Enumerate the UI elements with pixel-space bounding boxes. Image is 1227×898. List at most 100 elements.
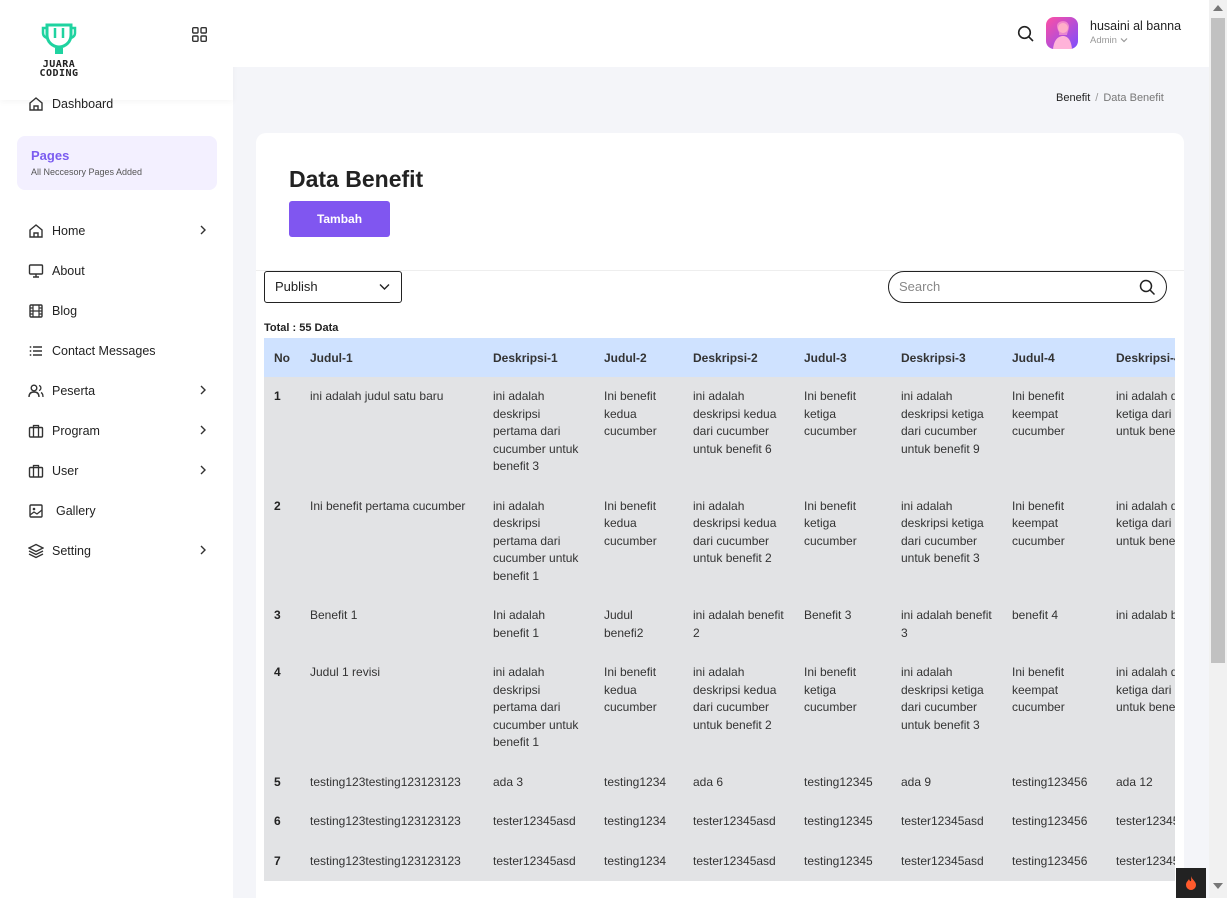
table-cell: ini adalah deskripsi ketiga dari cucumbe… <box>891 653 1002 763</box>
flame-icon <box>1186 876 1196 890</box>
table-cell: testing123testing123123123 <box>300 841 483 881</box>
total-count: Total : 55 Data <box>264 322 339 334</box>
sidebar-item-home[interactable]: Home <box>28 211 208 251</box>
sidebar-item-label: Program <box>52 424 100 438</box>
table-cell: tester12345asd <box>683 841 794 881</box>
table-cell: Ini benefit kedua cucumber <box>594 653 683 763</box>
table-cell: ini adalah deskripsi pertama dari cucumb… <box>483 377 594 487</box>
table-cell: Ini benefit kedua cucumber <box>594 377 683 487</box>
table-cell: testing12345 <box>794 841 891 881</box>
sidebar-item-gallery[interactable]: Gallery <box>28 491 208 531</box>
breadcrumb-parent[interactable]: Benefit <box>1056 92 1090 104</box>
table-row[interactable]: 3 Benefit 1 Ini adalah benefit 1 Judul bene… <box>264 596 1175 653</box>
page-title: Data Benefit <box>289 166 424 192</box>
table-cell: ini adalah benefit 2 <box>683 596 794 653</box>
search-icon[interactable] <box>1017 25 1035 43</box>
table-cell: testing123testing123123123 <box>300 802 483 842</box>
sidebar-item-setting[interactable]: Setting <box>28 531 208 571</box>
table-cell: tester12345asd <box>483 802 594 842</box>
table-cell: Ini benefit keempat cucumber <box>1002 486 1106 596</box>
top-bar: husaini al banna Admin <box>233 0 1209 67</box>
table-row[interactable]: 7 testing123testing123123123 tester12345as… <box>264 841 1175 881</box>
table-cell: tester12345asd <box>891 841 1002 881</box>
user-name[interactable]: husaini al banna <box>1090 19 1181 33</box>
sidebar-item-blog[interactable]: Blog <box>28 291 208 331</box>
column-header: Judul-2 <box>594 338 683 377</box>
table-cell: ini adalah deskripsi kedua dari cucumber… <box>683 377 794 487</box>
search-input[interactable]: Search <box>888 271 1167 303</box>
sidebar-item-user[interactable]: User <box>28 451 208 491</box>
table-cell: tester12345asd <box>1106 841 1175 881</box>
sidebar-item-peserta[interactable]: Peserta <box>28 371 208 411</box>
brand-logo[interactable]: JUARA CODING <box>28 22 90 80</box>
table-cell: ini adalah deskripsi ketiga dari cucumbe… <box>891 486 1002 596</box>
flame-badge[interactable] <box>1176 868 1206 898</box>
pages-subtitle: All Neccesory Pages Added <box>31 167 143 177</box>
table-cell: testing123456 <box>1002 762 1106 802</box>
scroll-down-arrow-icon[interactable] <box>1213 883 1223 889</box>
sidebar-item-dashboard[interactable]: Dashboard <box>28 94 113 114</box>
table-header-row: No Judul-1 Deskripsi-1 Judul-2 Deskripsi… <box>264 338 1175 377</box>
table-cell: ada 3 <box>483 762 594 802</box>
home-icon <box>28 223 44 239</box>
sidebar-item-about[interactable]: About <box>28 251 208 291</box>
column-header: Deskripsi-2 <box>683 338 794 377</box>
search-icon[interactable] <box>1139 279 1156 296</box>
grid-icon[interactable] <box>192 27 207 42</box>
sidebar-item-label: About <box>52 264 85 278</box>
table-row[interactable]: 5 testing123testing123123123 ada 3 testing1… <box>264 762 1175 802</box>
trophy-logo-icon <box>41 23 77 54</box>
home-icon <box>28 96 44 112</box>
table-cell: benefit 4 <box>1002 596 1106 653</box>
sidebar-item-contact-messages[interactable]: Contact Messages <box>28 331 208 371</box>
table-cell: Benefit 3 <box>794 596 891 653</box>
table-cell: ini adalab benefit 4 <box>1106 596 1175 653</box>
add-button[interactable]: Tambah <box>289 201 390 237</box>
table-row[interactable]: 2 Ini benefit pertama cucumber ini adalah … <box>264 486 1175 596</box>
table-cell: tester12345asd <box>891 802 1002 842</box>
table-cell: testing1234 <box>594 802 683 842</box>
status-filter-select[interactable]: Publish <box>264 271 402 303</box>
sidebar-item-program[interactable]: Program <box>28 411 208 451</box>
table-row[interactable]: 1 ini adalah judul satu baru ini adalah de… <box>264 377 1175 487</box>
table-cell: Ini benefit keempat cucumber <box>1002 377 1106 487</box>
table-cell: ada 9 <box>891 762 1002 802</box>
scroll-up-arrow-icon[interactable] <box>1213 5 1223 11</box>
sidebar-item-label: Peserta <box>52 384 96 398</box>
table-cell: tester12345asd <box>483 841 594 881</box>
table-cell: ini adalah deskripsi kedua dari cucumber… <box>683 653 794 763</box>
table-cell: ada 6 <box>683 762 794 802</box>
table-cell: Ini benefit keempat cucumber <box>1002 653 1106 763</box>
table-cell: ini adalah deskripsi ketiga dari cucumbe… <box>891 377 1002 487</box>
table-cell: ada 12 <box>1106 762 1175 802</box>
row-number-cell: 3 <box>264 596 300 653</box>
column-header: No <box>264 338 300 377</box>
benefit-table: No Judul-1 Deskripsi-1 Judul-2 Deskripsi… <box>264 338 1175 881</box>
table-cell: Judul 1 revisi <box>300 653 483 763</box>
table-cell: testing1234 <box>594 841 683 881</box>
chevron-right-icon <box>200 465 206 475</box>
briefcase-icon <box>28 463 44 479</box>
column-header: Judul-1 <box>300 338 483 377</box>
film-icon <box>28 303 44 319</box>
table-row[interactable]: 6 testing123testing123123123 tester12345as… <box>264 802 1175 842</box>
sidebar-item-label: Setting <box>52 544 91 558</box>
column-header: Judul-3 <box>794 338 891 377</box>
sidebar-item-label: User <box>52 464 79 478</box>
page-scrollbar[interactable] <box>1209 0 1227 898</box>
chevron-right-icon <box>200 385 206 395</box>
table-cell: Ini benefit ketiga cucumber <box>794 486 891 596</box>
table-cell: Ini adalah benefit 1 <box>483 596 594 653</box>
table-cell: ini adalah deskripsi pertama dari cucumb… <box>483 653 594 763</box>
user-role-dropdown[interactable]: Admin <box>1090 35 1128 46</box>
pages-title: Pages <box>31 148 70 163</box>
layers-icon <box>28 543 44 559</box>
table-row[interactable]: 4 Judul 1 revisi ini adalah deskripsi pert… <box>264 653 1175 763</box>
avatar[interactable] <box>1046 17 1078 49</box>
sidebar-item-label: Gallery <box>56 504 96 518</box>
table-cell: Ini benefit ketiga cucumber <box>794 653 891 763</box>
pages-section: Pages All Neccesory Pages Added <box>17 136 217 190</box>
table-cell: ini adalah deskripsi kedua dari cucumber… <box>683 486 794 596</box>
scrollbar-thumb[interactable] <box>1211 18 1225 663</box>
benefit-table-container[interactable]: No Judul-1 Deskripsi-1 Judul-2 Deskripsi… <box>264 338 1175 898</box>
